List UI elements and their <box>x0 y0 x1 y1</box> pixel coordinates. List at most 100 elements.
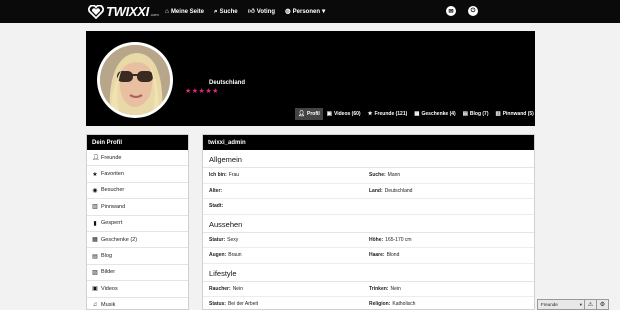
book-icon: ▤ <box>92 253 98 260</box>
field-key: Raucher: <box>209 285 231 292</box>
logo-text: TWIXXI <box>106 4 149 19</box>
detail-row: Stadt: <box>203 199 534 215</box>
logo-tld: .com <box>149 12 159 17</box>
field-value: 165-170 cm <box>385 236 412 243</box>
detail-field: Stadt: <box>203 199 363 214</box>
logo[interactable]: TWIXXI .com <box>88 4 159 19</box>
section-title-aussehen: Aussehen <box>203 217 534 233</box>
nav-label: Personen <box>292 9 321 15</box>
tab-label: Blog (7) <box>469 111 489 117</box>
tab-videos[interactable]: ▣ Videos (60) <box>324 108 364 120</box>
music-icon: ♫ <box>92 302 98 309</box>
caret-down-icon: ▾ <box>579 301 582 307</box>
image-icon: ▨ <box>92 269 98 276</box>
sidebar-item-musik[interactable]: ♫ Musik <box>87 298 188 310</box>
mail-icon: ✉ <box>448 8 454 15</box>
field-key: Augen: <box>209 252 227 259</box>
field-value: Blond <box>386 252 400 259</box>
sidebar-item-besucher[interactable]: ◉ Besucher <box>87 183 188 200</box>
sidebar-item-blog[interactable]: ▤ Blog <box>87 248 188 265</box>
tab-profil[interactable]: 👤︎ Profil <box>295 108 323 120</box>
sidebar-item-label: Favoriten <box>101 171 124 178</box>
tab-label: Freunde (121) <box>374 111 408 117</box>
detail-field: Religion: Katholisch <box>363 297 523 310</box>
rating-stars: ★★★★★ <box>185 88 219 95</box>
sidebar-item-label: Pinnwand <box>101 203 126 210</box>
tab-pinnwand[interactable]: ▥ Pinnwand (5) <box>493 108 537 120</box>
star-icon: ★ <box>367 111 373 117</box>
tab-label: Profil <box>306 111 320 117</box>
detail-field: Raucher: Nein <box>203 282 363 297</box>
nav-label: Meine Seite <box>170 9 204 15</box>
avatar-photo <box>100 45 170 115</box>
chat-settings-button[interactable]: ⚙ <box>597 299 609 310</box>
sidebar-item-videos[interactable]: ▣ Videos <box>87 281 188 298</box>
sidebar-item-freunde[interactable]: 👤︎ Freunde <box>87 150 188 167</box>
avatar[interactable] <box>100 45 170 115</box>
chat-warning-button[interactable]: ⚠ <box>585 299 597 310</box>
nav-label: Voting <box>256 9 276 15</box>
profile-tabs: 👤︎ Profil ▣ Videos (60) ★ Freunde (121) … <box>295 108 537 120</box>
detail-field: Status: Bei der Arbeit <box>203 297 363 310</box>
field-key: Statur: <box>209 236 226 243</box>
sidebar-item-bilder[interactable]: ▨ Bilder <box>87 265 188 282</box>
sidebar-item-gesperrt[interactable]: ▮ Gesperrt <box>87 216 188 232</box>
sidebar-item-label: Gesperrt <box>101 220 123 227</box>
field-key: Höhe: <box>369 236 384 243</box>
sidebar-item-label: Videos <box>101 285 118 292</box>
field-value: Braun <box>228 252 242 259</box>
user-icon: 👤︎ <box>92 155 100 162</box>
sidebar-item-favoriten[interactable]: ★ Favoriten <box>87 166 188 183</box>
globe-icon: ◍ <box>285 7 291 15</box>
chat-bar: Freunde ▾ ⚠ ⚙ <box>537 299 610 310</box>
block-icon: ▮ <box>93 220 97 227</box>
tab-geschenke[interactable]: ▦ Geschenke (4) <box>411 108 458 120</box>
detail-row: Raucher: Nein Trinken: Nein <box>203 282 534 297</box>
field-value: Katholisch <box>392 301 416 308</box>
nav-label: Suche <box>219 9 238 15</box>
logout-button[interactable]: ⏻ <box>468 6 478 16</box>
tab-blog[interactable]: ▤ Blog (7) <box>460 108 492 120</box>
field-key: Suche: <box>369 172 386 179</box>
sidebar-item-label: Bilder <box>101 269 116 276</box>
sidebar-item-geschenke[interactable]: ▦ Geschenke (2) <box>87 232 188 249</box>
section-title-lifestyle: Lifestyle <box>203 266 534 282</box>
sidebar-item-pinnwand[interactable]: ▥ Pinnwand <box>87 199 188 216</box>
profile-details: twixxi_admin Allgemein Ich bin: Frau Such… <box>202 134 535 310</box>
profile-username: twixxi_admin <box>203 135 534 150</box>
field-key: Religion: <box>369 301 391 308</box>
video-icon: ▣ <box>326 111 332 117</box>
nav-personen[interactable]: ◍ Personen ▾ <box>285 7 325 17</box>
nav-suche[interactable]: ⌕ Suche <box>214 7 238 17</box>
profile-sidebar: Dein Profil 👤︎ Freunde ★ Favoriten ◉ Bes… <box>86 134 189 310</box>
mail-button[interactable]: ✉ <box>446 6 456 16</box>
detail-field: Höhe: 165-170 cm <box>363 233 523 248</box>
gear-icon: ⚙ <box>599 302 606 308</box>
detail-row: Ich bin: Frau Suche: Mann <box>203 168 534 184</box>
book-icon: ▤ <box>462 111 468 117</box>
eye-icon: ◉ <box>92 187 98 194</box>
home-icon: ⌂ <box>165 7 169 15</box>
nav-meine-seite[interactable]: ⌂ Meine Seite <box>165 7 204 17</box>
detail-field: Land: Deutschland <box>363 184 523 199</box>
field-key: Stadt: <box>209 203 224 210</box>
field-key: Status: <box>209 301 226 308</box>
star-icon: ★ <box>92 171 98 178</box>
chat-friends-select[interactable]: Freunde ▾ <box>537 299 585 310</box>
tab-label: Videos (60) <box>333 111 361 117</box>
tab-freunde[interactable]: ★ Freunde (121) <box>365 108 411 120</box>
field-value: Mann <box>387 172 401 179</box>
detail-field: Suche: Mann <box>363 168 523 183</box>
thumbs-up-icon: 👍︎ <box>248 7 255 15</box>
detail-field: Haare: Blond <box>363 248 523 263</box>
section-title-allgemein: Allgemein <box>203 152 534 168</box>
caret-down-icon: ▾ <box>322 7 326 15</box>
sidebar-item-label: Musik <box>101 302 116 309</box>
detail-field: Augen: Braun <box>203 248 363 263</box>
board-icon: ▥ <box>92 204 98 211</box>
nav-voting[interactable]: 👍︎ Voting <box>248 7 275 17</box>
tab-label: Pinnwand (5) <box>502 111 534 117</box>
avatar-frame <box>97 42 173 118</box>
sidebar-item-label: Blog <box>101 253 113 260</box>
field-value: Deutschland <box>384 187 413 194</box>
